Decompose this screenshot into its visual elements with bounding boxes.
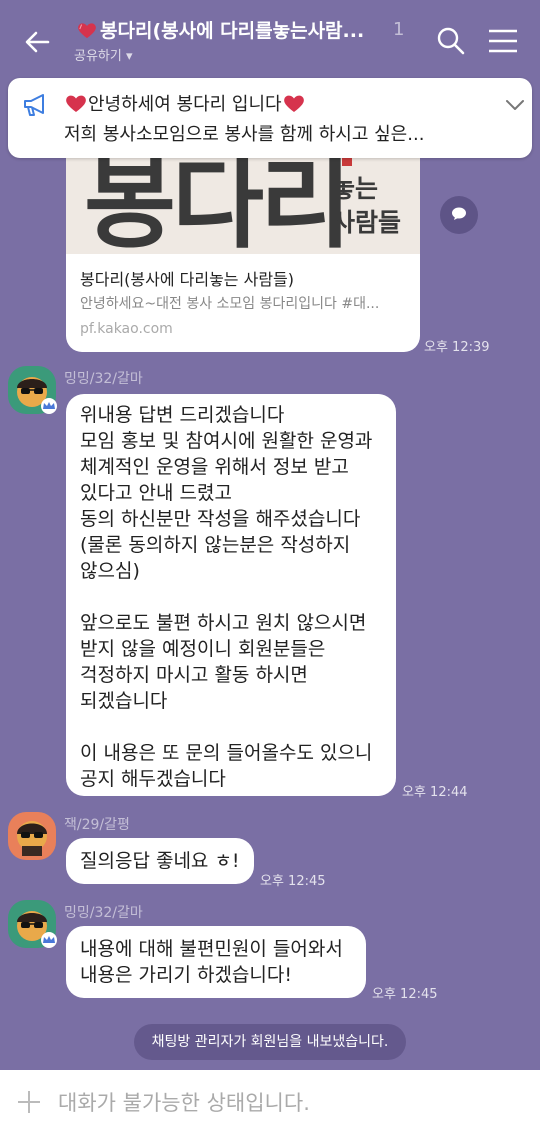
link-domain: pf.kakao.com — [80, 321, 173, 337]
room-title-row[interactable]: 봉다리(봉사에 다리를놓는사람... — [76, 16, 364, 43]
sender-name: 밍밍/32/갈마 — [64, 905, 143, 921]
share-bubble-button[interactable] — [440, 196, 478, 234]
thumb-small-text: 놓는 사람들 — [332, 172, 401, 240]
search-icon[interactable] — [434, 24, 468, 58]
chat-header: 봉다리(봉사에 다리를놓는사람... 1 공유하기 ▾ — [0, 0, 540, 80]
thumb-small-1: 놓는 — [332, 174, 379, 203]
notice-banner[interactable]: 안녕하세여 봉다리 입니다 저희 봉사소모임으로 봉사를 함께 하시고 싶은..… — [8, 78, 532, 158]
heart-icon — [78, 22, 96, 38]
notice-text-1: 안녕하세여 봉다리 입니다 — [88, 94, 282, 115]
message-time: 오후 12:39 — [424, 340, 490, 355]
link-description: 안녕하세요~대전 봉사 소모임 봉다리입니다 #대... — [80, 296, 380, 312]
message-time: 오후 12:44 — [402, 785, 468, 800]
message-line: 내용에 대해 불편민원이 들어와서 — [80, 938, 343, 960]
avatar-ryan-icon — [17, 821, 47, 856]
message-line: 체계적인 운영을 위해서 정보 받고 — [80, 456, 349, 478]
sender-name: 밍밍/32/갈마 — [64, 371, 143, 387]
message-bubble[interactable]: 내용에 대해 불편민원이 들어와서 내용은 가리기 하겠습니다! — [66, 926, 366, 998]
message-line — [80, 714, 382, 740]
share-icon — [452, 207, 466, 220]
message-line: 앞으로도 불편 하시고 원치 않으시면 — [80, 612, 367, 634]
link-title: 봉다리(봉사에 다리놓는 사람들) — [80, 270, 295, 289]
message-time: 오후 12:45 — [372, 987, 438, 1002]
message-line: 않으심) — [80, 560, 140, 582]
link-thumbnail: 봉다리 놓는 사람들 — [66, 150, 420, 254]
crown-icon — [41, 932, 57, 948]
input-bar: 대화가 불가능한 상태입니다. — [0, 1070, 540, 1133]
message-line: 모임 홍보 및 참여시에 원활한 운영과 — [80, 430, 373, 452]
heart-icon — [283, 95, 304, 112]
chevron-down-icon[interactable] — [504, 96, 526, 114]
message-input[interactable]: 대화가 불가능한 상태입니다. — [58, 1087, 310, 1117]
sender-name: 잭/29/갈평 — [64, 817, 130, 833]
message-line: 되겠습니다 — [80, 690, 168, 712]
message-line: 공지 해두겠습니다 — [80, 768, 226, 790]
message-time: 오후 12:45 — [260, 874, 326, 889]
notice-text-2: 저희 봉사소모임으로 봉사를 함께 하시고 싶은... — [64, 124, 425, 145]
message-bubble[interactable]: 위내용 답변 드리겠습니다 모임 홍보 및 참여시에 원활한 운영과 체계적인 … — [66, 394, 396, 796]
plus-icon[interactable] — [16, 1089, 42, 1115]
message-line: 내용은 가리기 하겠습니다! — [80, 964, 292, 986]
thumb-big-text: 봉다리 — [84, 150, 352, 254]
member-count: 1 — [393, 19, 405, 40]
heart-icon — [66, 95, 86, 112]
crown-icon — [41, 398, 57, 414]
message-line: 질의응답 좋네요 ㅎ! — [80, 850, 240, 872]
message-line: (물론 동의하지 않는분은 작성하지 — [80, 534, 351, 556]
message-bubble[interactable]: 질의응답 좋네요 ㅎ! — [66, 838, 254, 884]
link-preview-card[interactable]: 봉다리 놓는 사람들 봉다리(봉사에 다리놓는 사람들) 안녕하세요~대전 봉사… — [66, 150, 420, 352]
thumb-small-2: 사람들 — [332, 208, 402, 237]
system-message: 채팅방 관리자가 회원님을 내보냈습니다. — [134, 1024, 406, 1060]
message-line — [80, 584, 382, 610]
message-line: 이 내용은 또 문의 들어올수도 있으니 — [80, 742, 373, 764]
share-button[interactable]: 공유하기 ▾ — [74, 45, 133, 64]
megaphone-icon — [24, 94, 44, 116]
room-title: 봉다리(봉사에 다리를놓는사람... — [100, 20, 365, 42]
notice-line-1: 안녕하세여 봉다리 입니다 — [64, 90, 306, 116]
avatar[interactable] — [8, 812, 56, 860]
message-line: 동의 하신분만 작성을 해주셨습니다 — [80, 508, 361, 530]
message-line: 위내용 답변 드리겠습니다 — [80, 404, 285, 426]
menu-icon[interactable] — [486, 26, 520, 56]
message-line: 걱정하지 마시고 활동 하시면 — [80, 664, 308, 686]
back-arrow-icon[interactable] — [18, 22, 58, 62]
message-line: 받지 않을 예정이니 회원분들은 — [80, 638, 326, 660]
message-line: 있다고 안내 드렸고 — [80, 482, 232, 504]
